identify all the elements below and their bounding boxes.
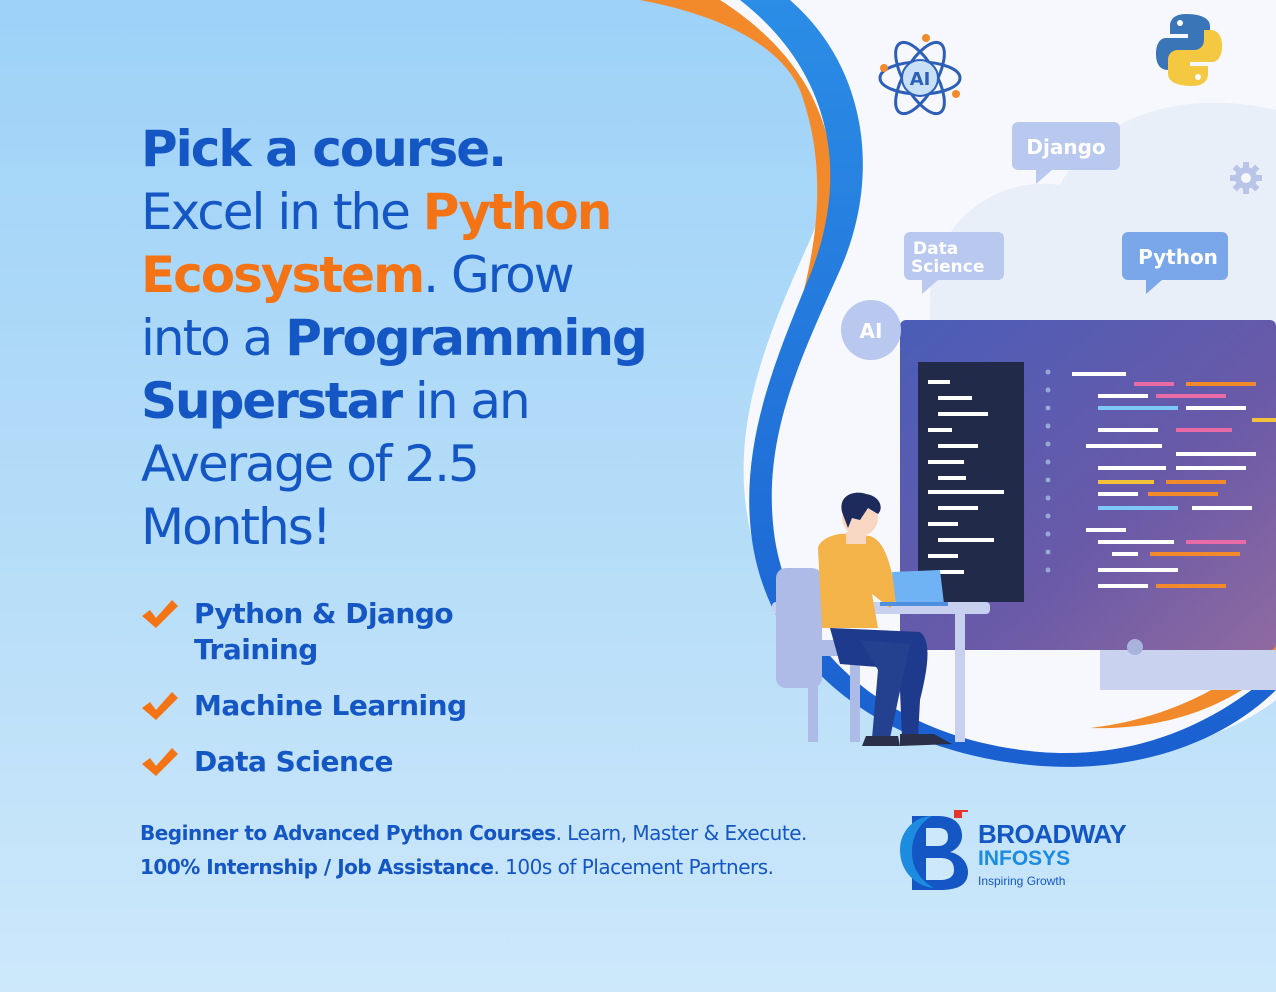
- feature-label: Data Science: [194, 745, 394, 778]
- checkmark-icon: [142, 692, 178, 720]
- svg-text:Django: Django: [1026, 135, 1105, 159]
- logo-b-mark-icon: [900, 810, 968, 890]
- headline-line5-post: in an: [401, 372, 531, 430]
- logo-name: BROADWAY: [978, 819, 1127, 849]
- feature-item: Data Science: [140, 744, 524, 780]
- svg-text:Data: Data: [913, 239, 958, 259]
- headline-line1: Pick a course.: [141, 120, 507, 178]
- footer-line2-rest: . 100s of Placement Partners.: [493, 855, 774, 879]
- logo-sub: INFOSYS: [978, 847, 1071, 870]
- checkmark-icon: [142, 600, 178, 628]
- desk-leg: [955, 614, 965, 742]
- feature-item: Machine Learning: [140, 688, 524, 724]
- footer-text: Beginner to Advanced Python Courses. Lea…: [140, 816, 807, 884]
- headline-line4-pre: into a: [141, 309, 286, 367]
- footer-line2: 100% Internship / Job Assistance. 100s o…: [140, 850, 807, 884]
- broadway-logo: BROADWAY INFOSYS Inspiring Growth: [898, 800, 1158, 896]
- headline-programming: Programming: [285, 309, 648, 367]
- laptop: [892, 570, 944, 604]
- footer-line1-bold: Beginner to Advanced Python Courses: [140, 821, 556, 845]
- feature-label: Python & Django Training: [194, 597, 454, 666]
- gear-icon: [1230, 162, 1262, 194]
- footer-line2-bold: 100% Internship / Job Assistance: [140, 855, 494, 879]
- headline-highlight-python: Python: [422, 183, 613, 241]
- svg-text:Python: Python: [1138, 245, 1218, 269]
- headline-line7: Months!: [141, 498, 332, 556]
- feature-list: Python & Django Training Machine Learnin…: [140, 596, 524, 800]
- footer-line1-rest: . Learn, Master & Execute.: [555, 821, 808, 845]
- checkmark-icon: [142, 748, 178, 776]
- headline-line3-post: . Grow: [423, 246, 574, 304]
- headline-line2-pre: Excel in the: [141, 183, 423, 241]
- laptop-base: [880, 602, 948, 606]
- footer-line1: Beginner to Advanced Python Courses. Lea…: [140, 816, 807, 850]
- headline-superstar: Superstar: [141, 372, 403, 430]
- svg-text:AI: AI: [860, 319, 883, 343]
- ai-atom-label: AI: [910, 69, 931, 90]
- headline-highlight-ecosystem: Ecosystem: [141, 246, 425, 304]
- feature-item: Python & Django Training: [140, 596, 524, 668]
- headline-line6: Average of 2.5: [141, 435, 480, 493]
- logo-tagline: Inspiring Growth: [978, 874, 1066, 888]
- bubble-ai-circle: AI: [841, 300, 901, 360]
- chair-leg: [808, 656, 818, 742]
- headline: Pick a course. Excel in the Python Ecosy…: [141, 118, 761, 559]
- chair-leg-2: [850, 656, 860, 742]
- feature-label: Machine Learning: [194, 689, 467, 722]
- svg-text:Science: Science: [911, 257, 984, 277]
- monitor-stand: [1100, 650, 1276, 690]
- monitor-button: [1127, 639, 1143, 655]
